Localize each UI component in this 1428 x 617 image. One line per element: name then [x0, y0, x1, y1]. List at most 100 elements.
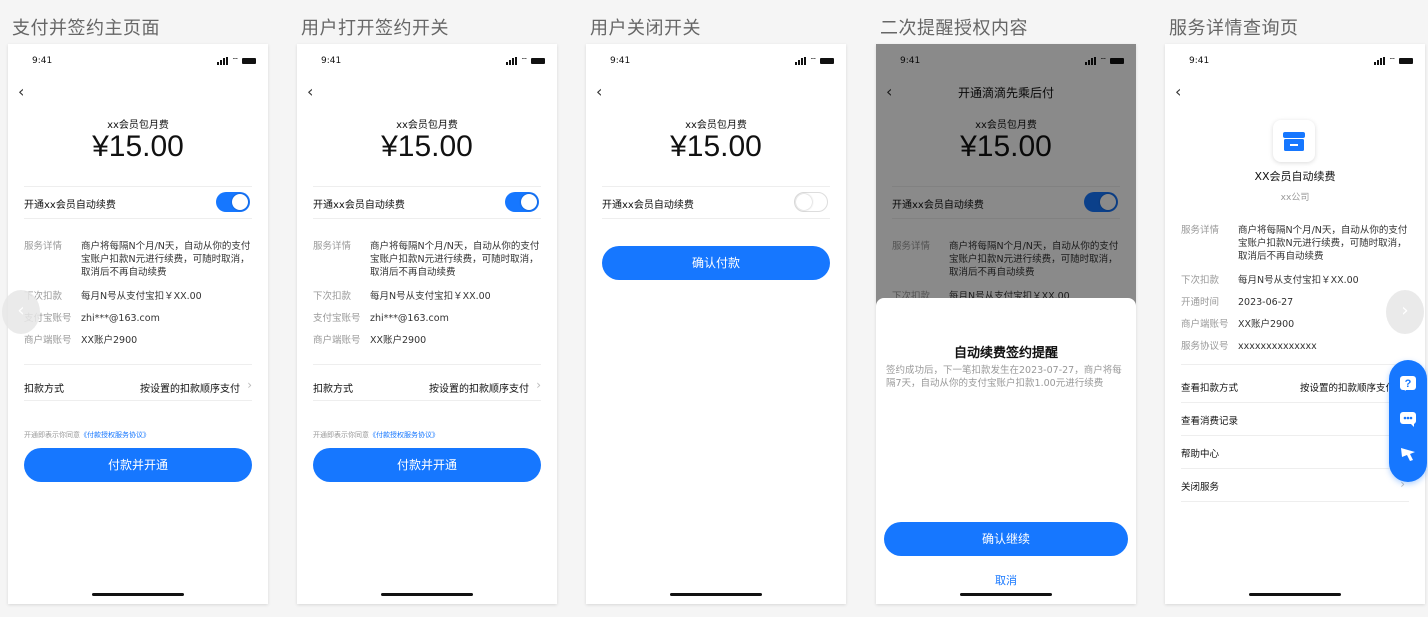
sheet-body: 签约成功后，下一笔扣款发生在2023-07-27，商户将每隔7天，自动从你的支付…	[886, 365, 1122, 389]
status-icons: ⌔	[506, 56, 545, 66]
alipay-account-key: 支付宝账号	[313, 313, 361, 324]
service-detail-row: 服务详情 商户将每隔N个月/N天，自动从你的支付宝账户扣款N元进行续费，可随时取…	[1181, 224, 1409, 264]
feedback-icon[interactable]	[1398, 444, 1418, 464]
home-indicator	[960, 593, 1052, 596]
question-icon[interactable]: ?	[1398, 374, 1418, 394]
close-service-label: 关闭服务	[1181, 482, 1220, 493]
next-charge-value: 每月N号从支付宝扣￥XX.00	[1238, 275, 1359, 286]
carousel-prev-button[interactable]: ‹	[2, 290, 40, 334]
chevron-right-icon: ›	[536, 378, 541, 392]
merchant-account-value: XX账户2900	[1238, 319, 1295, 330]
panel-title: 用户关闭开关	[590, 18, 701, 39]
product-subtitle: xx会员包月费	[685, 120, 747, 131]
panel-toggle-on: 用户打开签约开关 9:41 ⌔ ‹ xx会员包月费 ¥15.00 开通xx会员自…	[297, 0, 557, 617]
status-icons: ⌔	[217, 56, 256, 66]
pay-and-open-button[interactable]: 付款并开通	[313, 448, 541, 482]
status-bar: 9:41 ⌔	[1165, 54, 1425, 70]
status-bar: 9:41 ⌔	[8, 54, 268, 70]
merchant-account-key: 商户端账号	[313, 335, 361, 346]
amount: ¥15.00	[381, 130, 473, 163]
divider	[24, 364, 252, 365]
next-charge-value: 每月N号从支付宝扣￥XX.00	[370, 291, 491, 302]
panel-title: 用户打开签约开关	[301, 18, 449, 39]
panel-title: 服务详情查询页	[1169, 18, 1299, 39]
carousel-next-button[interactable]: ›	[1386, 290, 1424, 334]
divider	[313, 364, 541, 365]
agreement-link[interactable]: 《付款授权服务协议》	[369, 431, 439, 439]
status-time: 9:41	[1189, 56, 1210, 66]
amount: ¥15.00	[92, 130, 184, 163]
agreement-no-key: 服务协议号	[1181, 341, 1229, 352]
phone-screen: 9:41 ⌔ ‹ xx会员包月费 ¥15.00 开通xx会员自动续费 服务详情 …	[8, 44, 268, 604]
merchant-account-value: XX账户2900	[370, 335, 427, 346]
back-icon[interactable]: ‹	[18, 84, 24, 100]
agreement-prefix: 开通即表示你同意	[24, 431, 80, 439]
service-detail-value: 商户将每隔N个月/N天，自动从你的支付宝账户扣款N元进行续费，可随时取消，取消后…	[81, 241, 251, 278]
divider	[1181, 435, 1409, 436]
amount: ¥15.00	[670, 130, 762, 163]
auto-renew-switch[interactable]	[794, 192, 828, 212]
auto-renew-switch[interactable]	[216, 192, 250, 212]
sheet-title: 自动续费签约提醒	[953, 346, 1058, 361]
auto-renew-switch[interactable]	[505, 192, 539, 212]
panel-second-reminder: 二次提醒授权内容 9:41 ⌔ ‹ 开通滴滴先乘后付 xx会员包月费 ¥15.0…	[876, 0, 1136, 617]
phone-screen: 9:41 ⌔ ‹ xx会员包月费 ¥15.00 开通xx会员自动续费 服务详情 …	[297, 44, 557, 604]
confirm-continue-button[interactable]: 确认继续	[884, 522, 1128, 556]
merchant-logo	[1273, 120, 1315, 162]
help-center-row[interactable]: 帮助中心 ›	[1181, 444, 1409, 460]
panel-title: 二次提醒授权内容	[880, 18, 1028, 39]
chevron-right-icon: ›	[247, 378, 252, 392]
divider	[24, 400, 252, 401]
signal-icon	[1374, 57, 1386, 65]
view-records-row[interactable]: 查看消费记录 ›	[1181, 411, 1409, 427]
merchant-account-value: XX账户2900	[81, 335, 138, 346]
status-icons: ⌔	[1374, 56, 1413, 66]
wifi-icon: ⌔	[1388, 56, 1396, 65]
alipay-account-value: zhi***@163.com	[81, 313, 160, 324]
service-detail-row: 服务详情 商户将每隔N个月/N天，自动从你的支付宝账户扣款N元进行续费，可随时取…	[313, 240, 541, 280]
agreement-text: 开通即表示你同意《付款授权服务协议》	[24, 430, 252, 440]
status-icons: ⌔	[795, 56, 834, 66]
back-icon[interactable]: ‹	[1175, 84, 1181, 100]
product-subtitle: xx会员包月费	[107, 120, 169, 131]
agreement-no-value: xxxxxxxxxxxxxx	[1238, 341, 1317, 352]
service-detail-value: 商户将每隔N个月/N天，自动从你的支付宝账户扣款N元进行续费，可随时取消，取消后…	[370, 241, 540, 278]
signal-icon	[795, 57, 807, 65]
home-indicator	[92, 593, 184, 596]
status-time: 9:41	[321, 56, 342, 66]
panel-pay-and-sign: 支付并签约主页面 9:41 ⌔ ‹ xx会员包月费 ¥15.00 开通xx会员自…	[8, 0, 268, 617]
payment-method-key: 扣款方式	[313, 384, 353, 395]
chat-icon[interactable]	[1398, 409, 1418, 429]
panel-title: 支付并签约主页面	[12, 18, 160, 39]
view-payment-method-row[interactable]: 查看扣款方式 按设置的扣款顺序支付 ›	[1181, 378, 1409, 394]
svg-text:?: ?	[1405, 378, 1412, 390]
phone-screen: 9:41 ⌔ ‹ XX会员自动续费 xx公司 服务详情 商户将每隔N个月/N天，…	[1165, 44, 1425, 604]
next-charge-key: 下次扣款	[1181, 275, 1220, 286]
payment-method-key: 扣款方式	[24, 384, 64, 395]
service-detail-key: 服务详情	[24, 241, 63, 252]
status-time: 9:41	[32, 56, 53, 66]
back-icon[interactable]: ‹	[307, 84, 313, 100]
wifi-icon: ⌔	[231, 56, 239, 65]
wifi-icon: ⌔	[809, 56, 817, 65]
cancel-button[interactable]: 取消	[876, 572, 1136, 588]
confirm-pay-button[interactable]: 确认付款	[602, 246, 830, 280]
back-icon[interactable]: ‹	[596, 84, 602, 100]
chevron-left-icon: ‹	[17, 300, 25, 321]
phone-screen: 9:41 ⌔ ‹ xx会员包月费 ¥15.00 开通xx会员自动续费 确认付款	[586, 44, 846, 604]
divider	[1181, 468, 1409, 469]
merchant-account-key: 商户端账号	[24, 335, 72, 346]
merchant-account-key: 商户端账号	[1181, 319, 1229, 330]
payment-method-row[interactable]: 扣款方式 按设置的扣款顺序支付 ›	[313, 378, 541, 395]
divider	[313, 186, 541, 187]
agreement-link[interactable]: 《付款授权服务协议》	[80, 431, 150, 439]
battery-icon	[820, 58, 834, 64]
battery-icon	[531, 58, 545, 64]
service-detail-value: 商户将每隔N个月/N天，自动从你的支付宝账户扣款N元进行续费，可随时取消，取消后…	[1238, 225, 1408, 262]
view-records-label: 查看消费记录	[1181, 416, 1239, 427]
next-charge-value: 每月N号从支付宝扣￥XX.00	[81, 291, 202, 302]
pay-and-open-button[interactable]: 付款并开通	[24, 448, 252, 482]
close-service-row[interactable]: 关闭服务 ›	[1181, 477, 1409, 493]
payment-method-row[interactable]: 扣款方式 按设置的扣款顺序支付 ›	[24, 378, 252, 395]
divider	[313, 218, 541, 219]
